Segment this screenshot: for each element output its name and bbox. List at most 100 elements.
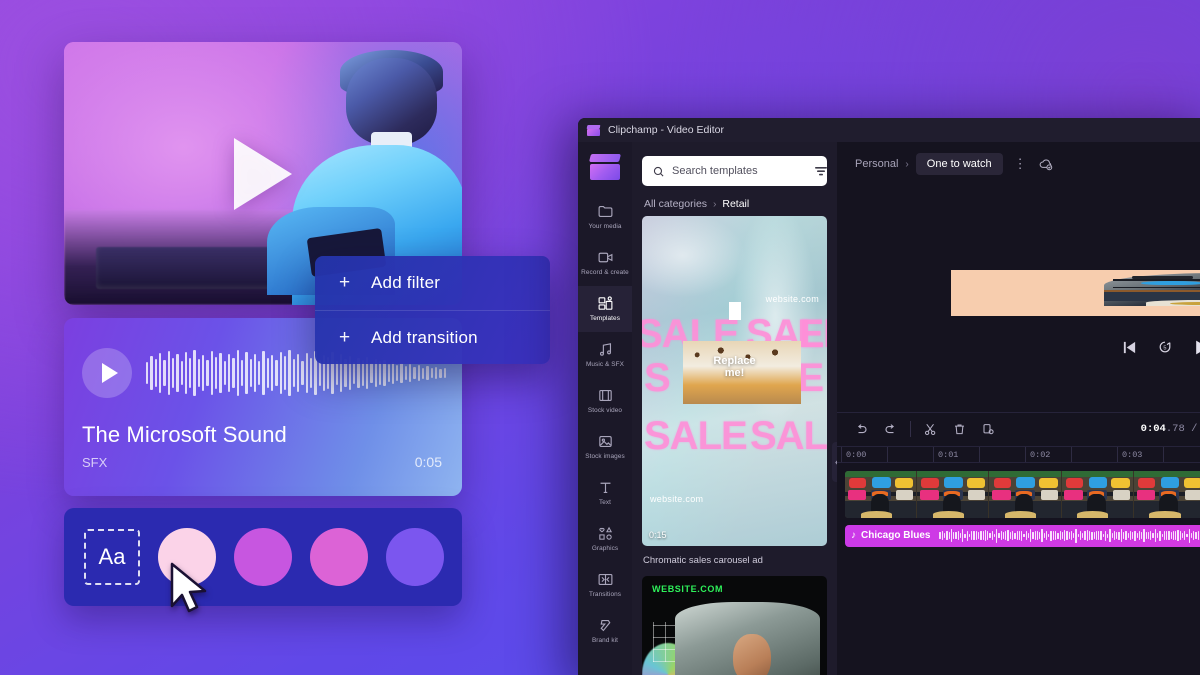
undo-icon xyxy=(854,422,869,437)
replace-chip xyxy=(729,302,741,320)
timeline-toolbar: 0:04.78 / 3 xyxy=(837,412,1200,446)
breadcrumb-separator: › xyxy=(905,159,908,170)
panel-collapse-handle[interactable] xyxy=(832,442,837,482)
video-track-clip[interactable] xyxy=(845,471,1200,518)
preview-canvas[interactable] xyxy=(951,270,1200,316)
skip-to-start-icon[interactable] xyxy=(1122,340,1137,355)
clipchamp-window: Clipchamp - Video Editor Your media Reco… xyxy=(578,118,1200,675)
svg-text:5: 5 xyxy=(1163,345,1166,351)
play-icon[interactable] xyxy=(1193,339,1200,356)
sidebar-item-stock-images[interactable]: Stock images xyxy=(578,424,632,470)
ruler-tick-label: 0:01 xyxy=(938,450,958,460)
video-frame-thumbnail xyxy=(989,471,1061,518)
sale-text: SALE xyxy=(644,414,747,459)
template-caption: Chromatic sales carousel ad xyxy=(632,550,837,576)
text-style-box[interactable]: Aa xyxy=(84,529,140,585)
window-titlebar: Clipchamp - Video Editor xyxy=(578,118,1200,142)
menu-item-add-transition[interactable]: + Add transition xyxy=(315,310,550,364)
category-breadcrumb[interactable]: All categories › Retail xyxy=(632,186,837,216)
sidebar-item-brand-kit[interactable]: Brand kit xyxy=(578,608,632,654)
sidebar-item-templates[interactable]: Templates xyxy=(578,286,632,332)
timeline-ruler[interactable]: 0:00 0:01 0:02 0:03 xyxy=(837,446,1200,463)
color-swatch-bar[interactable]: Aa xyxy=(64,508,462,606)
sidebar-item-label: Stock video xyxy=(588,407,622,415)
image-icon xyxy=(597,433,614,450)
shapes-icon xyxy=(597,525,614,542)
sidebar-item-record-create[interactable]: Record & create xyxy=(578,240,632,286)
clapperboard-icon xyxy=(587,125,600,136)
play-circle-icon[interactable] xyxy=(82,348,132,398)
website-text-top: website.com xyxy=(766,294,819,304)
sidebar-item-label: Templates xyxy=(590,315,620,323)
timeline-tracks: ♪ Chicago Blues xyxy=(837,463,1200,675)
filter-button[interactable] xyxy=(814,165,828,177)
search-input[interactable] xyxy=(665,165,814,177)
clipchamp-logo-icon[interactable] xyxy=(590,154,620,180)
ruler-tick-major: 0:03 xyxy=(1117,447,1118,462)
total-time: / 3 xyxy=(1185,423,1200,435)
sidebar-item-label: Stock images xyxy=(585,453,625,461)
window-title: Clipchamp - Video Editor xyxy=(608,124,724,136)
ruler-tick-minor xyxy=(1071,447,1072,462)
split-button[interactable] xyxy=(916,412,945,446)
timecode-display: 0:04.78 / 3 xyxy=(1141,423,1200,435)
templates-panel: All categories › Retail SALE SALE S E E … xyxy=(632,142,837,675)
breadcrumb-root[interactable]: All categories xyxy=(644,198,707,210)
color-swatch-3[interactable] xyxy=(310,528,368,586)
plus-icon: + xyxy=(339,272,351,294)
audio-track-clip[interactable]: ♪ Chicago Blues xyxy=(845,525,1200,547)
ruler-tick-minor xyxy=(1163,447,1164,462)
play-icon[interactable] xyxy=(234,138,292,210)
template-thumbnail xyxy=(675,602,819,675)
project-breadcrumb: Personal › One to watch ⋮ xyxy=(837,142,1200,186)
filter-icon xyxy=(814,165,828,177)
template-card[interactable]: WEBSITE.COM xyxy=(642,576,827,675)
color-swatch-2[interactable] xyxy=(234,528,292,586)
breadcrumb-workspace[interactable]: Personal xyxy=(855,158,898,170)
sidebar-item-your-media[interactable]: Your media xyxy=(578,194,632,240)
template-card[interactable]: SALE SALE S E E SALE SALE website.com Re… xyxy=(642,216,827,546)
search-box[interactable] xyxy=(642,156,827,186)
chevron-left-icon xyxy=(835,458,838,467)
undo-button[interactable] xyxy=(847,412,876,446)
ruler-tick-label: 0:00 xyxy=(846,450,866,460)
music-note-icon: ♪ xyxy=(851,530,856,541)
context-menu[interactable]: + Add filter + Add transition xyxy=(315,256,550,364)
sidebar-item-graphics[interactable]: Graphics xyxy=(578,516,632,562)
ruler-tick-major: 0:02 xyxy=(1025,447,1026,462)
cloud-saved-icon[interactable] xyxy=(1038,157,1054,171)
more-vertical-icon[interactable]: ⋮ xyxy=(1010,156,1031,172)
replay-5-icon[interactable]: 5 xyxy=(1157,339,1173,355)
audio-subtitle: SFX xyxy=(82,455,107,470)
project-name[interactable]: One to watch xyxy=(916,153,1003,175)
sale-text: SALE xyxy=(750,414,827,459)
website-text-bottom: website.com xyxy=(650,494,703,504)
breadcrumb-separator: › xyxy=(713,198,717,210)
sidebar-item-transitions[interactable]: Transitions xyxy=(578,562,632,608)
color-swatch-4[interactable] xyxy=(386,528,444,586)
folder-icon xyxy=(597,203,614,220)
plus-icon: + xyxy=(339,327,351,349)
sidebar-item-music-sfx[interactable]: Music & SFX xyxy=(578,332,632,378)
transitions-icon xyxy=(597,571,614,588)
menu-item-add-filter[interactable]: + Add filter xyxy=(315,256,550,310)
menu-item-label: Add transition xyxy=(371,328,478,348)
sidebar-item-text[interactable]: Text xyxy=(578,470,632,516)
canvas-photo xyxy=(1104,273,1200,306)
ruler-tick-minor xyxy=(979,447,980,462)
redo-button[interactable] xyxy=(876,412,905,446)
playback-controls: 5 xyxy=(1122,339,1200,356)
ruler-tick-minor xyxy=(887,447,888,462)
sidebar-item-stock-video[interactable]: Stock video xyxy=(578,378,632,424)
ruler-tick-label: 0:03 xyxy=(1122,450,1142,460)
video-frame-thumbnail xyxy=(1062,471,1134,518)
delete-button[interactable] xyxy=(945,412,974,446)
templates-grid-icon xyxy=(597,295,614,312)
menu-item-label: Add filter xyxy=(371,273,440,293)
duplicate-button[interactable] xyxy=(974,412,1003,446)
current-time-fraction: .78 xyxy=(1166,423,1185,435)
film-strip-icon xyxy=(597,387,614,404)
video-frame-thumbnail xyxy=(845,471,917,518)
sidebar-item-label: Record & create xyxy=(581,269,629,277)
website-text: WEBSITE.COM xyxy=(652,584,723,594)
